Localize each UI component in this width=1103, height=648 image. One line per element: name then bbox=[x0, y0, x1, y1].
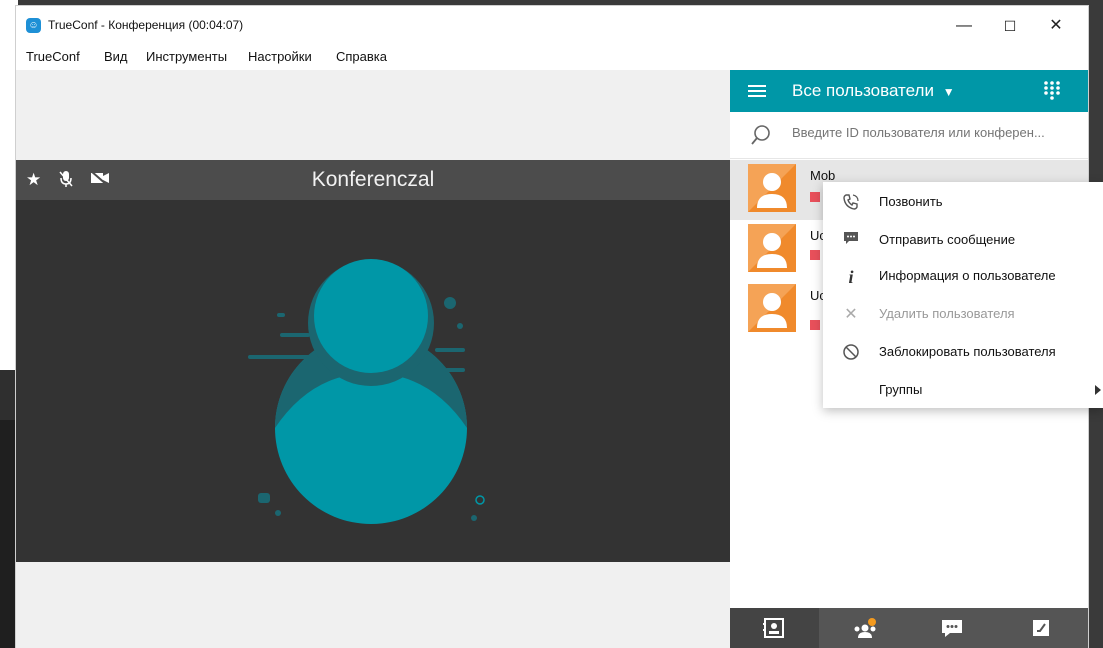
trueconf-logo-icon: ☺ bbox=[26, 18, 41, 33]
menu-item-call[interactable]: Позвонить bbox=[823, 184, 1103, 220]
menu-settings[interactable]: Настройки bbox=[248, 49, 312, 64]
menu-help[interactable]: Справка bbox=[336, 49, 387, 64]
user-search-input[interactable] bbox=[790, 124, 1084, 141]
tab-conferences[interactable] bbox=[819, 608, 908, 648]
phone-icon bbox=[841, 193, 861, 213]
menu-item-delete-user[interactable]: ✕ Удалить пользователя bbox=[823, 296, 1103, 332]
info-icon: i bbox=[848, 267, 854, 287]
menu-item-groups[interactable]: Группы bbox=[823, 372, 1103, 408]
menu-item-label: Заблокировать пользователя bbox=[879, 344, 1056, 359]
menu-item-user-info[interactable]: i Информация о пользователе bbox=[823, 258, 1103, 294]
search-bar bbox=[730, 112, 1088, 159]
offline-status-indicator bbox=[810, 320, 820, 330]
menu-item-send-message[interactable]: Отправить сообщение bbox=[823, 222, 1103, 258]
user-name: Mob bbox=[810, 168, 836, 183]
menu-view[interactable]: Вид bbox=[104, 49, 128, 64]
message-icon bbox=[841, 231, 861, 251]
video-header: ★ Konferenczal bbox=[16, 160, 730, 200]
minimize-button[interactable]: — bbox=[944, 12, 984, 40]
hamburger-menu-icon[interactable] bbox=[748, 82, 766, 100]
title-bar: ☺ TrueConf - Конференция (00:04:07) — ☐ … bbox=[16, 6, 1088, 44]
delete-icon: ✕ bbox=[844, 306, 858, 323]
video-stream bbox=[16, 200, 730, 562]
settings-icon bbox=[1033, 620, 1049, 636]
menu-item-block-user[interactable]: Заблокировать пользователя bbox=[823, 334, 1103, 370]
offline-status-indicator bbox=[810, 192, 820, 202]
user-avatar bbox=[748, 164, 796, 212]
menu-item-label: Удалить пользователя bbox=[879, 306, 1015, 321]
submenu-arrow-icon bbox=[1095, 385, 1101, 395]
panel-header: Все пользователи ▼ bbox=[730, 70, 1088, 112]
block-icon bbox=[841, 343, 861, 363]
search-icon bbox=[751, 125, 770, 145]
video-area: ★ Konferenczal bbox=[16, 70, 730, 648]
chevron-down-icon: ▼ bbox=[942, 85, 955, 99]
menu-item-label: Группы bbox=[879, 382, 923, 397]
conferences-icon bbox=[854, 618, 876, 638]
maximize-button[interactable]: ☐ bbox=[990, 12, 1030, 40]
menu-item-label: Информация о пользователе bbox=[879, 268, 1056, 283]
offline-status-indicator bbox=[810, 250, 820, 260]
panel-footer-tabs bbox=[730, 608, 1088, 648]
user-avatar bbox=[748, 284, 796, 332]
menu-item-label: Отправить сообщение bbox=[879, 232, 1016, 247]
menu-tools[interactable]: Инструменты bbox=[146, 49, 227, 64]
tab-contacts[interactable] bbox=[730, 608, 819, 648]
user-context-menu: Позвонить Отправить сообщение i Информац… bbox=[823, 182, 1103, 408]
tab-settings[interactable] bbox=[997, 608, 1086, 648]
dialpad-icon[interactable] bbox=[1042, 80, 1062, 100]
filter-label: Все пользователи bbox=[792, 81, 934, 100]
conference-title: Konferenczal bbox=[311, 168, 435, 191]
chat-icon bbox=[942, 620, 962, 637]
menu-trueconf[interactable]: TrueConf bbox=[26, 49, 80, 64]
user-avatar bbox=[748, 224, 796, 272]
menu-item-label: Позвонить bbox=[879, 194, 943, 209]
close-button[interactable]: ✕ bbox=[1036, 12, 1076, 40]
menu-bar: TrueConf Вид Инструменты Настройки Справ… bbox=[16, 44, 1088, 70]
tab-chat[interactable] bbox=[908, 608, 997, 648]
window-title: TrueConf - Конференция (00:04:07) bbox=[48, 18, 244, 32]
user-avatar-placeholder bbox=[248, 259, 485, 524]
contacts-icon bbox=[763, 618, 784, 638]
contacts-filter-dropdown[interactable]: Все пользователи ▼ bbox=[792, 81, 955, 101]
